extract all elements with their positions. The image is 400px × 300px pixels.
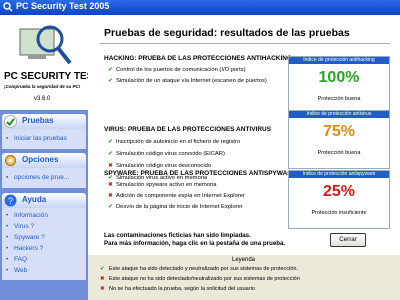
section-opciones-header[interactable]: Opciones [2,153,86,168]
group-virus-title: VIRUS: PRUEBA DE LAS PROTECCIONES ANTIVI… [104,126,272,133]
test-row: ✔ Simulación código virus conocido (EICAR… [108,151,225,157]
svg-text:?: ? [8,196,13,206]
help-bullet-icon: • [6,223,9,230]
check-icon: ✔ [100,266,105,272]
cleanup-note: Las contaminaciones ficticias han sido l… [104,232,251,239]
cross-icon: ✖ [108,163,113,169]
score-percent: 75% [322,123,356,140]
test-row: ✔ Desvío de la página de inicio de Intern… [108,204,243,210]
score-status: Protección buena [317,96,361,102]
info-note: Para más información, haga clic en la pe… [104,240,286,247]
score-status: Protección buena [317,150,361,156]
logo-subtitle: ¡Comprueba la seguridad de su PC! [4,84,81,89]
section-opciones-title: Opciones [22,155,59,164]
score-percent: 25% [322,183,356,200]
section-pruebas-header[interactable]: Pruebas [2,114,86,129]
group-hacking-title: HACKING: PRUEBA DE LAS PROTECCIONES ANTI… [104,55,293,62]
score-box-virus[interactable]: Índice de protección antivirus 75% Prote… [288,110,390,169]
score-box-header: Índice de protección antispyware [289,171,389,178]
score-box-header: Índice de protección antihacking [289,57,389,64]
section-ayuda-body: • Información • Virus ? • Spyware ? • Hacker… [2,208,86,280]
sidebar-item-faq[interactable]: • FAQ [6,256,27,263]
score-box-header: Índice de protección antivirus [289,111,389,118]
check-icon: ✔ [108,78,113,84]
sidebar-item-spyware[interactable]: • Spyware ? [6,234,45,241]
logo-title: PC SECURITY TEST [4,71,100,82]
sidebar-item-web[interactable]: • Web [6,267,27,274]
cross-icon: ✖ [108,182,113,188]
logo-panel: PC SECURITY TEST ¡Comprueba la seguridad… [0,15,99,110]
sidebar-item-virus[interactable]: • Virus ? [6,223,34,230]
section-ayuda-title: Ayuda [22,195,47,204]
section-pruebas-body: ▪ Iniciar las pruebas [2,129,86,149]
check-icon: ✔ [108,67,113,73]
legend-item: ✔ Este ataque ha sido detectado y neutral… [100,266,298,272]
page-title: Pruebas de seguridad: resultados de las … [104,27,350,39]
version-label: v3.6.0 [34,96,51,102]
score-box-spyware[interactable]: Índice de protección antispyware 25% Pro… [288,170,390,229]
check-icon: ✔ [108,151,113,157]
score-percent: 100% [318,69,360,86]
magnifier-logo-icon [19,25,72,65]
test-row: ✖ Adición de componente espía en Internet… [108,193,245,199]
sidebar-item-iniciar[interactable]: ▪ Iniciar las pruebas [6,135,67,142]
play-icon: ▪ [6,135,9,142]
check-icon: ✔ [108,139,113,145]
help-bullet-icon: • [6,245,9,252]
title-bar[interactable]: PC Security Test 2005 [0,0,400,15]
sidebar-item-informacion[interactable]: • Información [6,212,48,219]
divider [100,43,390,44]
score-status: Protección insuficiente [311,210,367,216]
test-row: ✖ Simulación spyware activo en memoria [108,182,217,188]
test-row: ✔ Inscripción de autoinicio en el fichero… [108,139,241,145]
help-icon: ? [4,194,17,207]
settings-icon: ▪ [6,174,9,181]
test-row: ✔ Control de los puertos de comunicación … [108,67,246,73]
app-icon [3,2,13,12]
cross-icon: ✖ [100,286,105,292]
sidebar-item-opciones[interactable]: ▪ opciones de prue... [6,174,69,181]
test-row: ✖ Simulación código virus desconocido [108,163,212,169]
group-spyware-title: SPYWARE: PRUEBA DE LAS PROTECCIONES ANTI… [104,170,297,177]
help-bullet-icon: • [6,234,9,241]
test-row: ✔ Simulación de un ataque vía Internet (e… [108,78,267,84]
gear-icon [5,155,16,166]
help-bullet-icon: • [6,256,9,263]
cross-icon: ✖ [100,276,105,282]
section-opciones-body: ▪ opciones de prue... [2,168,86,188]
close-button[interactable]: Cerrar [330,233,366,247]
legend-item: ✖ No se ha efectuado la prueba, según la … [100,286,255,292]
check-shield-icon [4,115,17,128]
section-ayuda-header[interactable]: ? Ayuda [2,193,86,208]
info-icon: • [6,212,9,219]
legend-title: Leyenda [232,257,256,263]
score-box-hacking[interactable]: Índice de protección antihacking 100% Pr… [288,56,390,115]
legend-item: ✖ Este ataque no ha sido detectado/neutra… [100,276,300,282]
globe-icon: • [6,267,9,274]
check-icon: ✔ [108,204,113,210]
cross-icon: ✖ [108,193,113,199]
sidebar-item-hackers[interactable]: • Hackers ? [6,245,43,252]
window-title: PC Security Test 2005 [16,1,110,11]
section-pruebas-title: Pruebas [22,116,54,125]
